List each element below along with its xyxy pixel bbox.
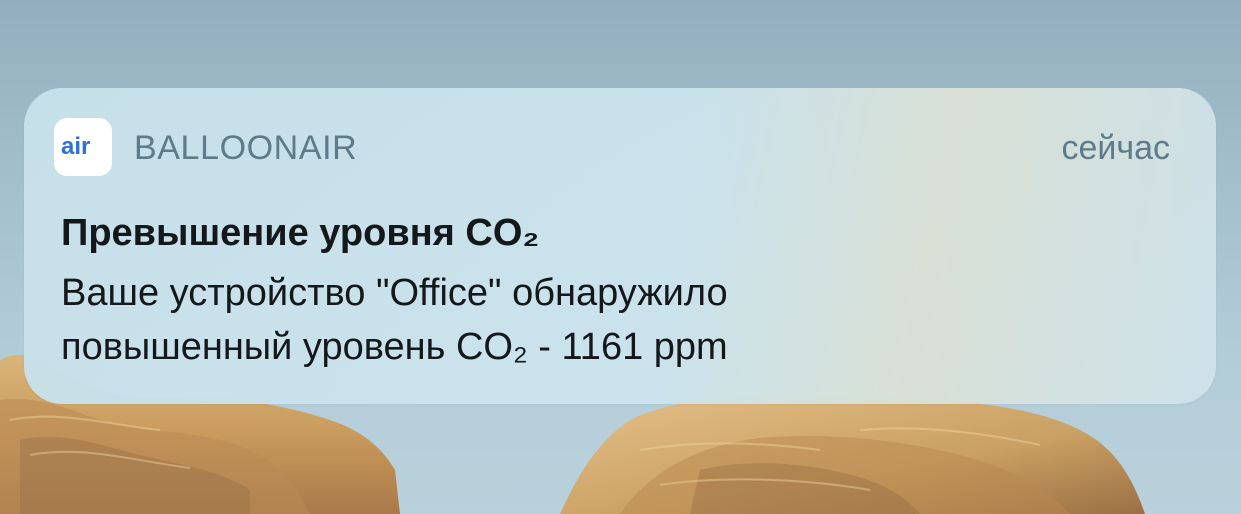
notification-body-line: повышенный уровень CO₂ - 1161 ppm xyxy=(61,326,728,368)
notification-body: Ваше устройство "Office" обнаружило повы… xyxy=(61,266,961,374)
svg-text:air: air xyxy=(61,136,90,158)
app-name: BALLOONAIR xyxy=(134,129,358,167)
air-logo-icon: air xyxy=(61,136,90,158)
notification-timestamp: сейчас xyxy=(1061,129,1170,167)
notification-title: Превышение уровня CO₂ xyxy=(61,212,540,254)
notification-body-line: Ваше устройство "Office" обнаружило xyxy=(61,272,728,314)
balloonair-app-icon: air xyxy=(54,118,112,176)
